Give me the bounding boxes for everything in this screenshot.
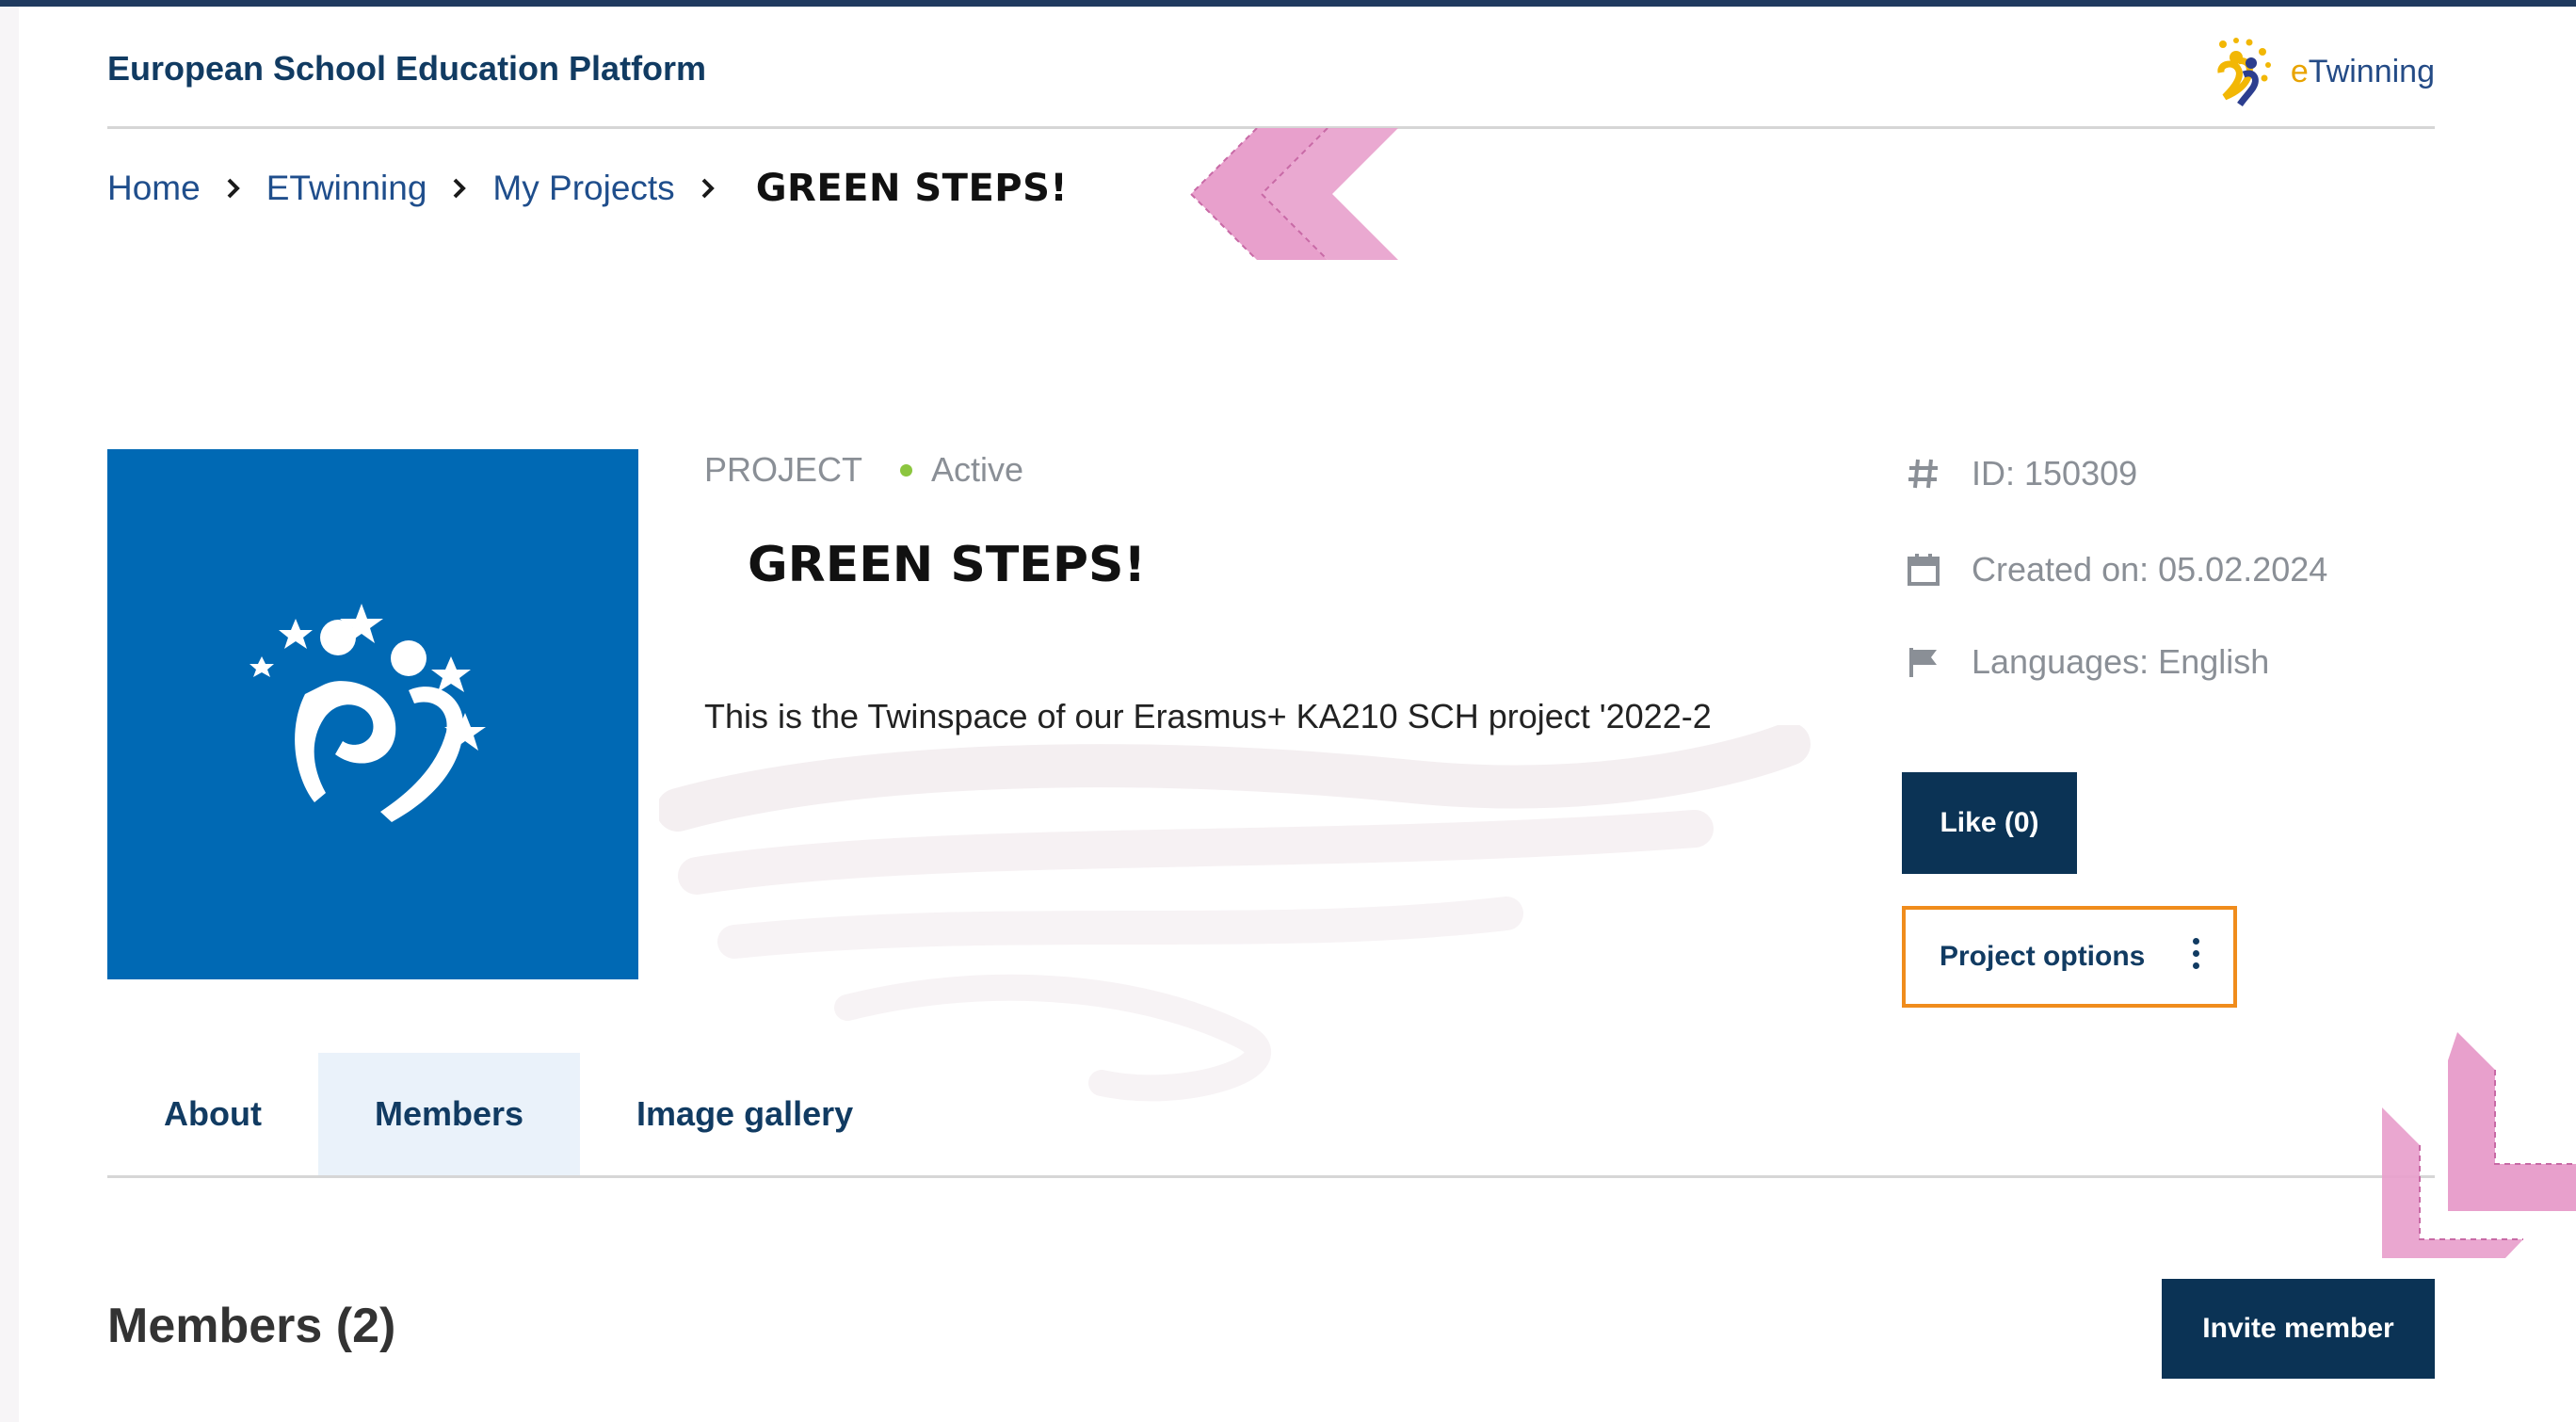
etwinning-logo-mark: [2217, 38, 2271, 106]
flag-icon: [1904, 642, 1943, 682]
project-tabs: About Members Image gallery: [107, 1053, 910, 1175]
annotation-corner-chevron-icon: [2382, 1032, 2576, 1258]
breadcrumb: Home ETwinning My Projects GREEN STEPS!: [107, 160, 1068, 217]
hash-icon: [1904, 454, 1943, 493]
tab-image-gallery[interactable]: Image gallery: [580, 1053, 910, 1175]
chevron-right-icon: [201, 177, 266, 200]
annotation-double-chevron-icon: [1189, 128, 1398, 260]
project-kind-label: PROJECT: [704, 450, 863, 489]
project-options-button[interactable]: Project options: [1902, 906, 2237, 1008]
chevron-right-icon: [675, 177, 741, 200]
created-date: Created on: 05.02.2024: [1972, 550, 2328, 589]
project-id: ID: 150309: [1972, 454, 2138, 493]
etwinning-logo-text: eTwinning: [2290, 53, 2435, 89]
site-title[interactable]: European School Education Platform: [107, 49, 706, 89]
top-border: [0, 0, 2576, 7]
languages: Languages: English: [1972, 642, 2270, 681]
project-logo-icon: [250, 604, 486, 822]
project-status: Active: [931, 450, 1024, 489]
tabs-divider: [107, 1175, 2435, 1178]
status-dot-icon: [900, 463, 913, 477]
project-image: [107, 449, 638, 979]
breadcrumb-current: GREEN STEPS!: [755, 167, 1069, 210]
project-meta: PROJECT Active: [704, 450, 1023, 490]
kebab-menu-icon: [2193, 938, 2199, 969]
left-strip: [0, 7, 19, 1422]
project-title: GREEN STEPS!: [748, 537, 1147, 593]
etwinning-logo[interactable]: eTwinning: [2202, 34, 2435, 109]
tab-members[interactable]: Members: [317, 1053, 581, 1175]
site-header: European School Education Platform eTwin…: [107, 38, 2435, 128]
project-id-row: ID: 150309: [1904, 454, 2137, 493]
project-options-label: Project options: [1940, 941, 2146, 972]
calendar-icon: [1904, 550, 1943, 590]
created-row: Created on: 05.02.2024: [1904, 550, 2327, 590]
tab-about[interactable]: About: [107, 1053, 318, 1175]
languages-row: Languages: English: [1904, 642, 2269, 682]
breadcrumb-etwinning[interactable]: ETwinning: [266, 169, 427, 208]
members-heading: Members (2): [107, 1299, 396, 1353]
like-button[interactable]: Like (0): [1902, 772, 2077, 874]
breadcrumb-home[interactable]: Home: [107, 169, 201, 208]
breadcrumb-my-projects[interactable]: My Projects: [492, 169, 674, 208]
chevron-right-icon: [427, 177, 492, 200]
invite-member-button[interactable]: Invite member: [2162, 1279, 2435, 1379]
